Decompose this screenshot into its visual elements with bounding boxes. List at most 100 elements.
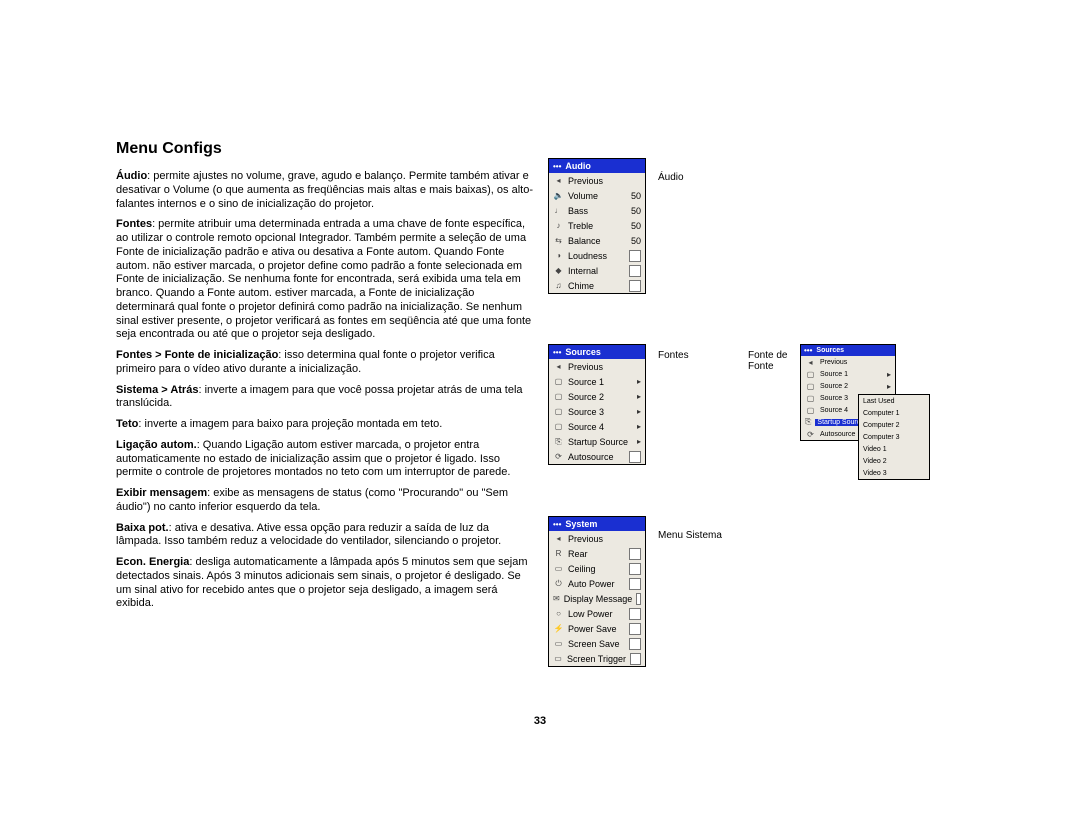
row-label: Video 1 bbox=[863, 446, 925, 453]
menu-row[interactable]: ▢Source 2▸ bbox=[801, 380, 895, 392]
para-exibir: Exibir mensagem: exibe as mensagens de s… bbox=[116, 487, 536, 515]
dots-icon: ••• bbox=[804, 346, 812, 355]
row-label: Chime bbox=[568, 281, 625, 291]
menu-row[interactable]: Video 1 bbox=[859, 443, 929, 455]
row-icon: ▢ bbox=[553, 376, 564, 387]
menu-row[interactable]: ▢Source 1▸ bbox=[549, 374, 645, 389]
menu-row[interactable]: ▢Source 1▸ bbox=[801, 368, 895, 380]
para-audio: Áudio: permite ajustes no volume, grave,… bbox=[116, 170, 536, 211]
menu-row[interactable]: ♪ Treble 50 bbox=[549, 218, 645, 233]
row-label: Previous bbox=[568, 534, 641, 544]
menu-row[interactable]: Computer 1 bbox=[859, 407, 929, 419]
menu-row[interactable]: ⚡Power Save bbox=[549, 621, 645, 636]
checkbox-icon[interactable] bbox=[629, 563, 641, 575]
menu-row[interactable]: Last Used bbox=[859, 395, 929, 407]
row-label: Screen Save bbox=[568, 639, 625, 649]
row-icon: ▢ bbox=[553, 391, 564, 402]
row-icon: ⇆ bbox=[553, 235, 564, 246]
row-icon: ▢ bbox=[805, 405, 816, 416]
menu-sources: •••Sources ◂Previous▢Source 1▸▢Source 2▸… bbox=[548, 344, 646, 465]
row-icon: ▢ bbox=[553, 421, 564, 432]
row-label: Low Power bbox=[568, 609, 625, 619]
menu-row[interactable]: ○Low Power bbox=[549, 606, 645, 621]
checkbox-icon[interactable] bbox=[629, 265, 641, 277]
row-label: Source 2 bbox=[820, 383, 883, 390]
row-icon: ▭ bbox=[553, 638, 564, 649]
row-label: Source 4 bbox=[568, 422, 633, 432]
menu-row[interactable]: Computer 3 bbox=[859, 431, 929, 443]
menu-row[interactable]: ▢ Source 4 ▸ bbox=[549, 419, 645, 434]
checkbox-icon[interactable] bbox=[629, 451, 641, 463]
row-label: Video 2 bbox=[863, 458, 925, 465]
menu-row[interactable]: ♩Bass50 bbox=[549, 203, 645, 218]
checkbox-icon[interactable] bbox=[629, 608, 641, 620]
row-label: Treble bbox=[568, 221, 619, 231]
row-label: Autosource bbox=[568, 452, 625, 462]
menu-row[interactable]: Computer 2 bbox=[859, 419, 929, 431]
menu-row[interactable]: ⏻Auto Power bbox=[549, 576, 645, 591]
menu-row[interactable]: ▢Source 3▸ bbox=[549, 404, 645, 419]
dots-icon: ••• bbox=[553, 348, 561, 357]
menu-row[interactable]: ◆Internal bbox=[549, 263, 645, 278]
page-number: 33 bbox=[0, 715, 1080, 727]
row-label: Computer 1 bbox=[863, 410, 925, 417]
row-label: Ceiling bbox=[568, 564, 625, 574]
row-value: 50 bbox=[623, 221, 641, 231]
menu-row[interactable]: ◑Loudness bbox=[549, 248, 645, 263]
menu-row[interactable]: ⇆Balance50 bbox=[549, 233, 645, 248]
menu-row[interactable]: ♫ Chime bbox=[549, 278, 645, 293]
row-icon: ⚡ bbox=[553, 623, 564, 634]
row-label: Source 3 bbox=[568, 407, 633, 417]
row-icon: ♪ bbox=[553, 220, 564, 231]
menu-startup-list: Last Used Computer 1 Computer 2 Computer 3 V… bbox=[858, 394, 930, 480]
row-label: Previous bbox=[568, 362, 641, 372]
row-label: Video 3 bbox=[863, 470, 925, 477]
row-label: Display Message bbox=[564, 594, 633, 604]
menu-row[interactable]: ◂Previous bbox=[549, 359, 645, 374]
menu-row[interactable]: ▢Source 2▸ bbox=[549, 389, 645, 404]
menu-row[interactable]: ⎘Startup Source▸ bbox=[549, 434, 645, 449]
row-icon: R bbox=[553, 548, 564, 559]
para-fontes: Fontes: permite atribuir uma determinada… bbox=[116, 218, 536, 342]
menu-row[interactable]: Video 2 bbox=[859, 455, 929, 467]
row-label: Balance bbox=[568, 236, 619, 246]
menu-system: •••System ◂PreviousRRear▭Ceiling⏻Auto Po… bbox=[548, 516, 646, 667]
row-value: 50 bbox=[623, 191, 641, 201]
checkbox-icon[interactable] bbox=[629, 280, 641, 292]
caption-sources: Fontes bbox=[658, 350, 689, 361]
row-icon: ▭ bbox=[553, 653, 563, 664]
checkbox-icon[interactable] bbox=[636, 593, 641, 605]
menu-row[interactable]: ◂Previous bbox=[549, 173, 645, 188]
row-label: Volume bbox=[568, 191, 619, 201]
para-liga: Ligação autom.: Quando Ligação autom est… bbox=[116, 439, 536, 480]
row-icon: ⎘ bbox=[553, 436, 564, 447]
checkbox-icon[interactable] bbox=[629, 623, 641, 635]
menu-row[interactable]: ▭ Ceiling bbox=[549, 561, 645, 576]
row-icon: ▢ bbox=[805, 369, 816, 380]
menu-row[interactable]: ✉Display Message bbox=[549, 591, 645, 606]
menu-row[interactable]: ▭Screen Trigger bbox=[549, 651, 645, 666]
row-label: Computer 3 bbox=[863, 434, 925, 441]
row-label: Previous bbox=[820, 359, 891, 366]
row-icon: ⟳ bbox=[553, 451, 564, 462]
menu-row[interactable]: RRear bbox=[549, 546, 645, 561]
checkbox-icon[interactable] bbox=[630, 653, 641, 665]
row-icon: ▭ bbox=[553, 563, 564, 574]
checkbox-icon[interactable] bbox=[629, 548, 641, 560]
menu-row[interactable]: Video 3 bbox=[859, 467, 929, 479]
arrow-icon: ▸ bbox=[887, 370, 891, 379]
menu-row[interactable]: ◂ Previous bbox=[549, 531, 645, 546]
menu-row[interactable]: ◂Previous bbox=[801, 356, 895, 368]
checkbox-icon[interactable] bbox=[629, 250, 641, 262]
checkbox-icon[interactable] bbox=[629, 578, 641, 590]
caption-system: Menu Sistema bbox=[658, 530, 722, 541]
row-icon: ▢ bbox=[805, 393, 816, 404]
row-label: Source 1 bbox=[568, 377, 633, 387]
menu-row[interactable]: 🔈Volume50 bbox=[549, 188, 645, 203]
row-icon: ◂ bbox=[553, 533, 564, 544]
menu-row[interactable]: ⟳ Autosource bbox=[549, 449, 645, 464]
arrow-icon: ▸ bbox=[637, 422, 641, 431]
checkbox-icon[interactable] bbox=[629, 638, 641, 650]
menu-row[interactable]: ▭ Screen Save bbox=[549, 636, 645, 651]
row-icon: ♫ bbox=[553, 280, 564, 291]
